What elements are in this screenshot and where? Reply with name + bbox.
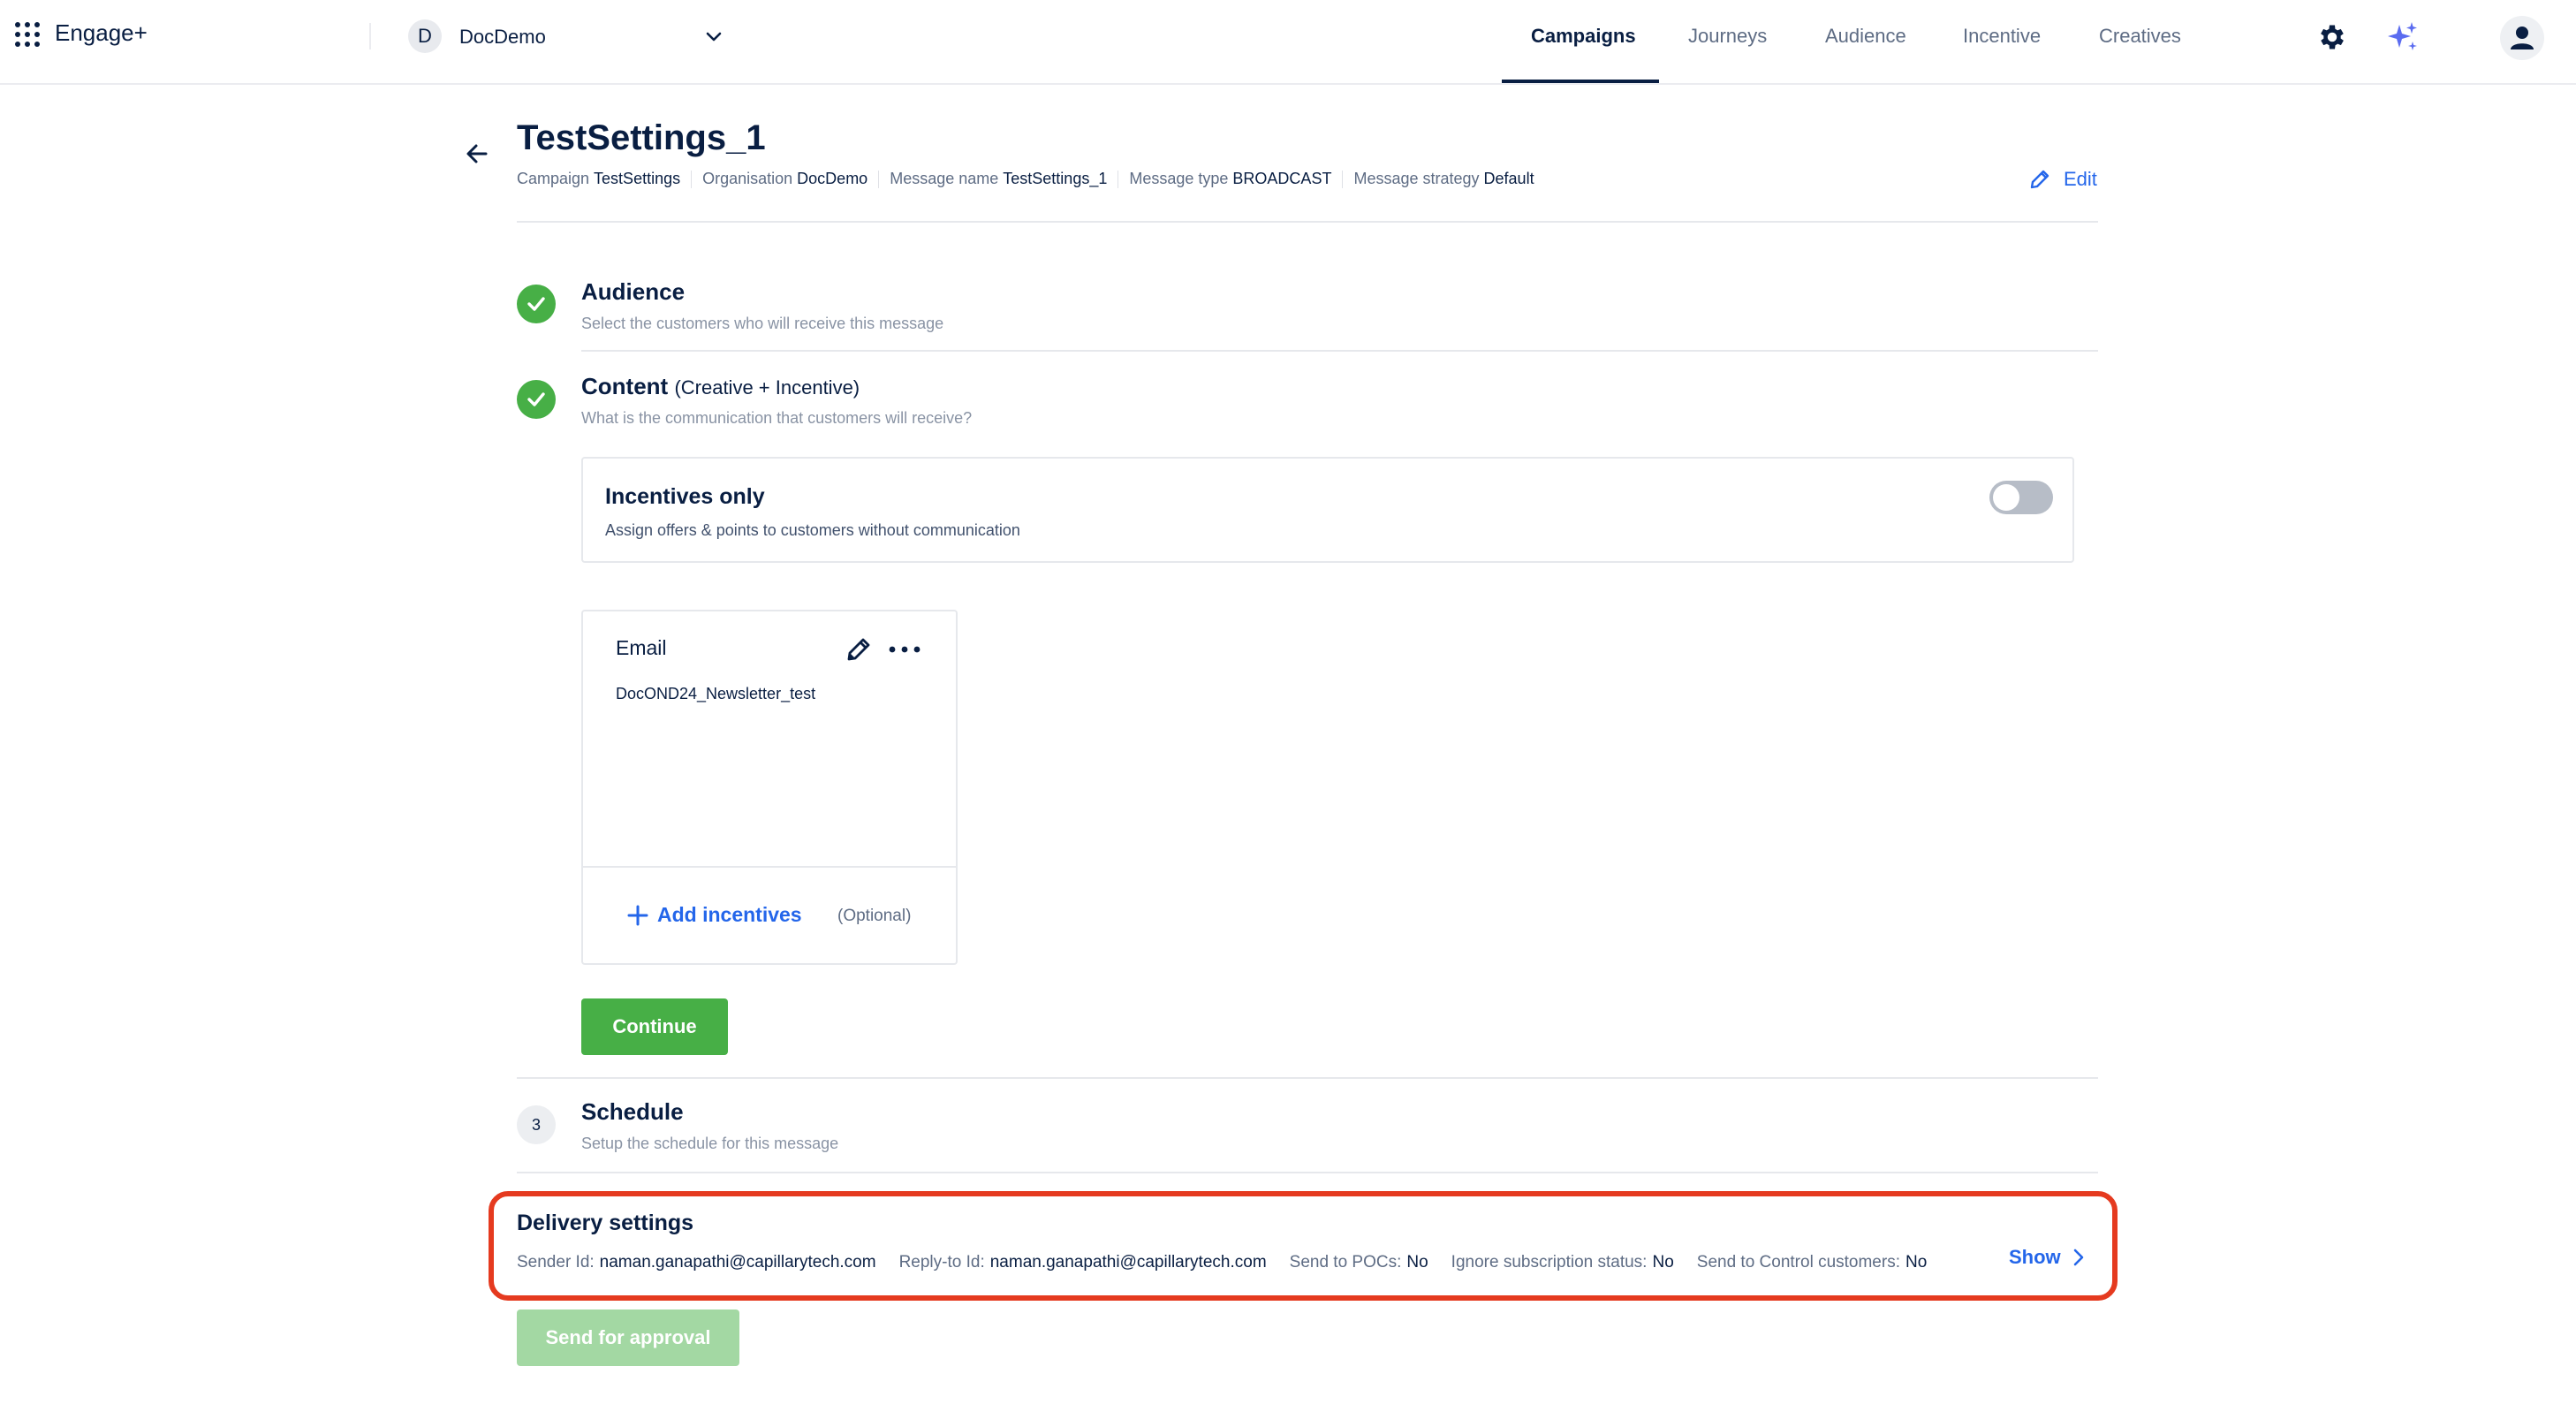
step-title-content-label: Content <box>581 373 669 399</box>
tab-incentive[interactable]: Incentive <box>1963 25 2041 48</box>
org-avatar[interactable]: D <box>408 19 442 53</box>
delivery-value: naman.ganapathi@capillarytech.com <box>989 1253 1267 1272</box>
more-options-icon[interactable] <box>887 636 922 663</box>
send-for-approval-button[interactable]: Send for approval <box>517 1310 739 1366</box>
edit-pencil-icon[interactable] <box>2027 167 2052 192</box>
tab-journeys[interactable]: Journeys <box>1688 25 1767 48</box>
delivery-key: Sender Id: <box>517 1253 595 1272</box>
app-name: Engage+ <box>55 19 148 46</box>
step-number-badge: 3 <box>517 1105 556 1144</box>
incentives-only-subtitle: Assign offers & points to customers with… <box>605 521 1020 539</box>
edit-button[interactable]: Edit <box>2064 168 2097 191</box>
meta-key: Message type <box>1129 170 1229 187</box>
delivery-key: Send to Control customers: <box>1696 1253 1900 1272</box>
step-title-content[interactable]: Content (Creative + Incentive) <box>581 373 860 400</box>
app-grid-icon[interactable] <box>14 21 41 48</box>
edit-pencil-icon[interactable] <box>844 634 874 664</box>
back-arrow-icon[interactable] <box>463 140 491 168</box>
incentives-only-title: Incentives only <box>605 484 765 509</box>
chevron-right-icon[interactable] <box>2067 1246 2090 1269</box>
user-icon <box>2511 27 2534 49</box>
plus-icon[interactable] <box>625 903 650 928</box>
meta-key: Organisation <box>702 170 793 187</box>
divider <box>517 221 2098 223</box>
active-tab-indicator <box>1502 80 1659 83</box>
tab-campaigns[interactable]: Campaigns <box>1531 25 1636 48</box>
delivery-value: No <box>1652 1253 1674 1272</box>
delivery-value: No <box>1905 1253 1928 1272</box>
divider <box>581 350 2098 352</box>
ai-sparkle-icon[interactable] <box>2385 19 2421 55</box>
add-incentives-link[interactable]: Add incentives <box>657 903 802 927</box>
step-subtitle-audience: Select the customers who will receive th… <box>581 315 944 332</box>
toggle-knob <box>1993 484 2019 511</box>
divider <box>517 1077 2098 1079</box>
delivery-settings-highlight <box>489 1191 2118 1301</box>
meta-key: Campaign <box>517 170 590 187</box>
delivery-key: Ignore subscription status: <box>1451 1253 1648 1272</box>
step-title-content-extra: (Creative + Incentive) <box>674 376 860 399</box>
meta-key: Message name <box>890 170 999 187</box>
step-title-schedule[interactable]: Schedule <box>581 1098 684 1126</box>
incentives-only-card <box>581 457 2074 563</box>
page-title: TestSettings_1 <box>517 118 766 157</box>
step-complete-check-icon <box>517 380 556 419</box>
delivery-value: naman.ganapathi@capillarytech.com <box>599 1253 876 1272</box>
org-name[interactable]: DocDemo <box>459 26 546 49</box>
step-complete-check-icon <box>517 285 556 323</box>
step-subtitle-content: What is the communication that customers… <box>581 409 973 427</box>
tab-creatives[interactable]: Creatives <box>2099 25 2181 48</box>
continue-button[interactable]: Continue <box>581 998 728 1055</box>
email-card-title: Email <box>616 636 667 659</box>
meta-value: TestSettings_1 <box>1003 170 1108 187</box>
delivery-key: Send to POCs: <box>1289 1253 1402 1272</box>
meta-key: Message strategy <box>1353 170 1480 187</box>
optional-label: (Optional) <box>837 907 912 925</box>
email-creative-name: DocOND24_Newsletter_test <box>616 685 816 702</box>
meta-value: DocDemo <box>797 170 868 187</box>
top-bar: Engage+ D DocDemo Campaigns Journeys Aud… <box>0 0 2576 85</box>
step-title-audience[interactable]: Audience <box>581 278 685 306</box>
incentives-only-toggle[interactable] <box>1989 481 2053 514</box>
tab-audience[interactable]: Audience <box>1825 25 1906 48</box>
delivery-settings-title: Delivery settings <box>517 1211 694 1235</box>
meta-value: BROADCAST <box>1232 170 1332 187</box>
divider <box>369 23 371 49</box>
meta-value: TestSettings <box>594 170 681 187</box>
gear-icon[interactable] <box>2316 21 2348 53</box>
user-avatar[interactable] <box>2500 16 2544 60</box>
meta-value: Default <box>1483 170 1534 187</box>
divider <box>517 1172 2098 1173</box>
message-meta: Campaign TestSettings Organisation DocDemo M… <box>517 170 1534 189</box>
delivery-settings-summary: Sender Id: naman.ganapathi@capillarytech.… <box>517 1253 1927 1272</box>
delivery-value: No <box>1406 1253 1428 1272</box>
step-subtitle-schedule: Setup the schedule for this message <box>581 1135 839 1152</box>
show-delivery-settings-button[interactable]: Show <box>2009 1246 2061 1269</box>
delivery-key: Reply-to Id: <box>898 1253 985 1272</box>
chevron-down-icon[interactable] <box>703 27 724 48</box>
